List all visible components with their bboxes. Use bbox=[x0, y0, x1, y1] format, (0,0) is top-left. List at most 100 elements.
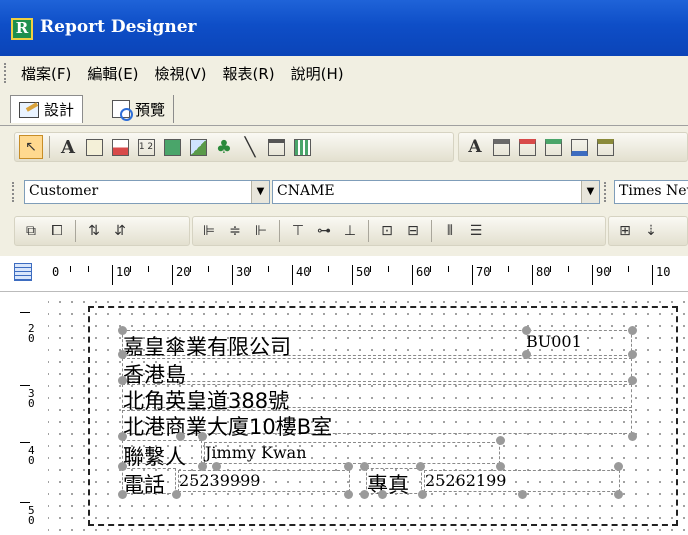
resize-handle[interactable] bbox=[118, 432, 127, 441]
report-designer-app-icon[interactable]: R bbox=[11, 18, 33, 40]
contact-value-field[interactable]: Jimmy Kwan bbox=[204, 442, 500, 464]
resize-handle[interactable] bbox=[198, 432, 207, 441]
tab-preview[interactable]: 預覽 bbox=[104, 95, 175, 123]
resize-handle[interactable] bbox=[198, 462, 207, 471]
resize-handle[interactable] bbox=[522, 350, 531, 359]
phone-label-field[interactable]: 電話 bbox=[122, 468, 176, 497]
resize-handle[interactable] bbox=[628, 350, 637, 359]
pointer-tool-button[interactable]: ↖ bbox=[19, 135, 43, 159]
ruler-label: 20 bbox=[176, 265, 191, 279]
image-field-button[interactable] bbox=[108, 135, 132, 159]
resize-handle[interactable] bbox=[628, 376, 637, 385]
menu-grip[interactable] bbox=[4, 63, 7, 83]
datasource-select[interactable]: Customer ▼ bbox=[24, 180, 270, 204]
calc-field-button[interactable] bbox=[160, 135, 184, 159]
resize-handle[interactable] bbox=[628, 326, 637, 335]
bring-front-button[interactable]: ⧉ bbox=[19, 219, 43, 243]
resize-handle[interactable] bbox=[360, 462, 369, 471]
align-middle-button[interactable]: ⊶ bbox=[312, 219, 336, 243]
resize-handle[interactable] bbox=[628, 432, 637, 441]
font-toolbar-grip[interactable] bbox=[604, 182, 607, 202]
insert-page-header-button[interactable] bbox=[489, 135, 513, 159]
resize-handle[interactable] bbox=[118, 376, 127, 385]
line-tool-button[interactable]: ╲ bbox=[238, 135, 262, 159]
resize-handle[interactable] bbox=[418, 490, 427, 499]
resize-handle[interactable] bbox=[522, 326, 531, 335]
menu-help[interactable]: 說明(H) bbox=[283, 63, 352, 84]
resize-handle[interactable] bbox=[344, 490, 353, 499]
contact-label-field[interactable]: 聯繫人 bbox=[122, 440, 202, 469]
chevron-down-icon[interactable]: ▼ bbox=[251, 181, 269, 203]
fax-value-field[interactable]: 25262199 bbox=[424, 470, 620, 492]
insert-detail-button[interactable] bbox=[541, 135, 565, 159]
field-tool-button[interactable] bbox=[82, 135, 106, 159]
align-right-button[interactable]: ⊩ bbox=[249, 219, 273, 243]
resize-handle[interactable] bbox=[118, 490, 127, 499]
resize-handle[interactable] bbox=[118, 326, 127, 335]
align-right-icon: ⊩ bbox=[254, 223, 268, 239]
counter-tool-button[interactable]: 1 2 bbox=[134, 135, 158, 159]
ruler-toggle-icon[interactable] bbox=[14, 263, 32, 281]
space-horizontal-button[interactable]: ⊡ bbox=[375, 219, 399, 243]
align-bottom-button[interactable]: ⊥ bbox=[338, 219, 362, 243]
ruler-minor-tick bbox=[568, 266, 569, 272]
menu-file[interactable]: 檔案(F) bbox=[13, 63, 79, 84]
address-line-1[interactable]: 香港島 bbox=[122, 358, 632, 387]
resize-handle[interactable] bbox=[118, 350, 127, 359]
resize-handle[interactable] bbox=[518, 490, 527, 499]
resize-handle[interactable] bbox=[614, 490, 623, 499]
align-left-button[interactable]: ⊫ bbox=[197, 219, 221, 243]
fax-label-field[interactable]: 專真 bbox=[366, 468, 422, 497]
ruler-minor-tick bbox=[550, 266, 551, 272]
code-field[interactable]: BU001 bbox=[526, 332, 632, 354]
toolbar-separator bbox=[49, 136, 50, 158]
ruler-label: 30 bbox=[236, 265, 251, 279]
same-height-button[interactable]: ☰ bbox=[464, 219, 488, 243]
resize-handle[interactable] bbox=[344, 462, 353, 471]
move-down-button[interactable]: ⇣ bbox=[639, 219, 663, 243]
resize-handle[interactable] bbox=[496, 462, 505, 471]
size-to-grid-button[interactable]: ⊞ bbox=[613, 219, 637, 243]
ruler-minor-tick bbox=[88, 266, 89, 272]
label-tool-button[interactable]: A bbox=[56, 135, 80, 159]
subreport-tool-button[interactable] bbox=[290, 135, 314, 159]
address-line-3[interactable]: 北港商業大廈10樓B室 bbox=[122, 410, 632, 439]
resize-handle[interactable] bbox=[172, 490, 181, 499]
menu-edit[interactable]: 編輯(E) bbox=[79, 63, 146, 84]
report-canvas[interactable]: 嘉皇傘業有限公司 BU001 香港島 北角英皇道388號 北港商業大廈10樓B室… bbox=[48, 292, 688, 535]
address-line-2[interactable]: 北角英皇道388號 bbox=[122, 384, 632, 413]
insert-footer-button[interactable] bbox=[593, 135, 617, 159]
tab-design[interactable]: 設計 bbox=[10, 95, 84, 123]
menu-report[interactable]: 報表(R) bbox=[215, 63, 283, 84]
resize-handle[interactable] bbox=[360, 490, 369, 499]
insert-summary-button[interactable] bbox=[567, 135, 591, 159]
resize-handle[interactable] bbox=[378, 490, 387, 499]
resize-handle[interactable] bbox=[496, 436, 505, 445]
font-format-button[interactable]: A bbox=[463, 135, 487, 159]
ole-object-button[interactable]: ♣ bbox=[212, 135, 236, 159]
same-width-button[interactable]: ⫴ bbox=[438, 219, 462, 243]
align-top-button[interactable]: ⊤ bbox=[286, 219, 310, 243]
resize-handle[interactable] bbox=[614, 462, 623, 471]
rectangle-tool-button[interactable] bbox=[264, 135, 288, 159]
field-select[interactable]: CNAME ▼ bbox=[272, 180, 600, 204]
align-toolbar-strip: ⊫ ≑ ⊩ ⊤ ⊶ ⊥ ⊡ ⊟ ⫴ ☰ bbox=[192, 216, 606, 246]
send-back-button[interactable]: ⧠ bbox=[45, 219, 69, 243]
sort-descending-button[interactable]: ⇵ bbox=[108, 219, 132, 243]
resize-handle[interactable] bbox=[416, 462, 425, 471]
font-select[interactable]: Times New Roman bbox=[614, 180, 688, 204]
insert-group-header-button[interactable] bbox=[515, 135, 539, 159]
phone-value-field[interactable]: 25239999 bbox=[178, 470, 350, 492]
picture-tool-button[interactable] bbox=[186, 135, 210, 159]
resize-handle[interactable] bbox=[176, 432, 185, 441]
chevron-down-icon[interactable]: ▼ bbox=[581, 181, 599, 203]
vruler-tick bbox=[20, 502, 30, 503]
field-toolbar-grip[interactable] bbox=[12, 182, 15, 202]
align-center-button[interactable]: ≑ bbox=[223, 219, 247, 243]
sort-ascending-button[interactable]: ⇅ bbox=[82, 219, 106, 243]
menu-view[interactable]: 檢視(V) bbox=[147, 63, 215, 84]
resize-handle[interactable] bbox=[212, 462, 221, 471]
resize-handle[interactable] bbox=[118, 462, 127, 471]
space-vertical-button[interactable]: ⊟ bbox=[401, 219, 425, 243]
fax-label: 專真 bbox=[367, 473, 409, 497]
